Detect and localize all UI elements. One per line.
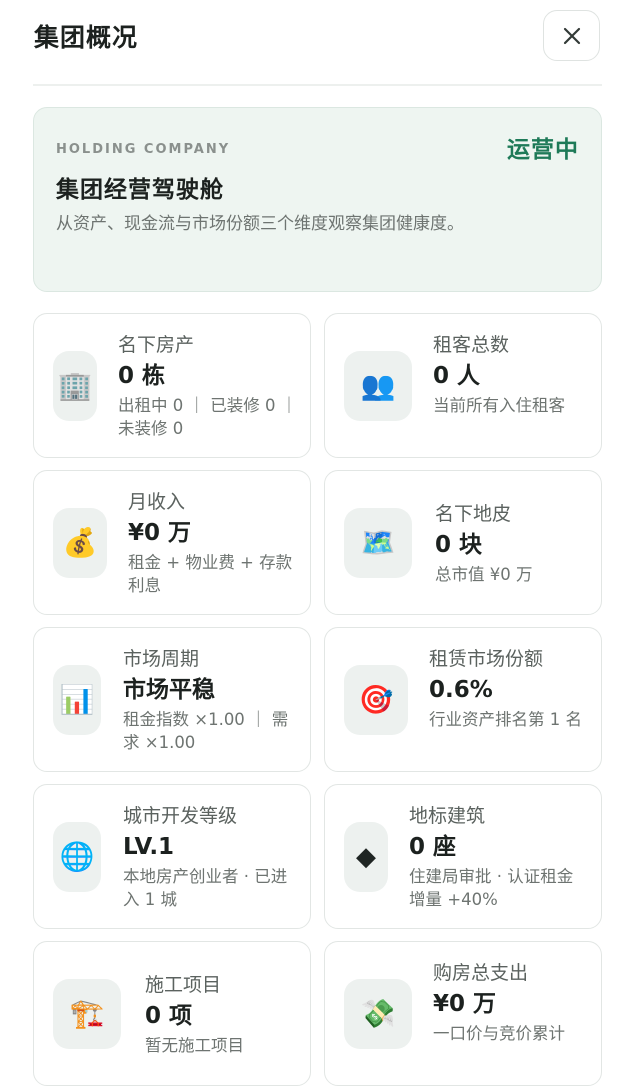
stat-card-land: 🗺️ 名下地皮 0 块 总市值 ¥0 万 [324, 470, 602, 615]
stat-card-monthly-income: 💰 月收入 ¥0 万 租金 + 物业费 + 存款利息 [33, 470, 311, 615]
card-label: 地标建筑 [409, 805, 486, 827]
card-label: 名下房产 [118, 334, 195, 356]
card-subtext: 暂无施工项目 [145, 1036, 244, 1055]
card-value: 0 项 [145, 1003, 193, 1029]
card-label: 租赁市场份额 [429, 648, 544, 670]
hero-kicker: HOLDING COMPANY [56, 142, 231, 157]
hero-card: HOLDING COMPANY 运营中 集团经营驾驶舱 从资产、现金流与市场份额… [33, 107, 602, 292]
construction-crane-icon: 🏗️ [53, 979, 121, 1049]
money-wings-icon: 💸 [344, 979, 412, 1049]
card-value: 0 人 [433, 363, 481, 389]
card-subtext: 租金 + 物业费 + 存款利息 [128, 553, 293, 595]
card-subtext: 当前所有入住租客 [433, 396, 565, 415]
panel-header: 集团概况 [0, 0, 634, 86]
card-value: 0 块 [435, 532, 483, 558]
stat-card-construction: 🏗️ 施工项目 0 项 暂无施工项目 [33, 941, 311, 1086]
card-subtext: 租金指数 ×1.00 ｜ 需求 ×1.00 [123, 710, 289, 752]
close-button[interactable] [543, 10, 600, 61]
card-label: 市场周期 [123, 648, 200, 670]
world-map-icon: 🗺️ [344, 508, 412, 578]
card-value: ¥0 万 [128, 520, 192, 546]
money-bag-icon: 💰 [53, 508, 107, 578]
close-icon [563, 27, 581, 45]
stat-card-city-level: 🌐 城市开发等级 LV.1 本地房产创业者 · 已进入 1 城 [33, 784, 311, 929]
globe-icon: 🌐 [53, 822, 101, 892]
card-subtext: 一口价与竞价累计 [433, 1024, 565, 1043]
card-value: 0 栋 [118, 363, 166, 389]
hero-description: 从资产、现金流与市场份额三个维度观察集团健康度。 [56, 214, 464, 234]
card-value: 市场平稳 [123, 677, 215, 703]
card-label: 施工项目 [145, 974, 222, 996]
card-value: 0 座 [409, 834, 457, 860]
card-subtext: 本地房产创业者 · 已进入 1 城 [123, 867, 288, 909]
stat-card-purchase-spending: 💸 购房总支出 ¥0 万 一口价与竞价累计 [324, 941, 602, 1086]
card-subtext: 住建局审批 · 认证租金增量 +40% [409, 867, 574, 909]
header-divider [33, 84, 602, 86]
target-icon: 🎯 [344, 665, 408, 735]
card-label: 租客总数 [433, 334, 510, 356]
card-value: 0.6% [429, 677, 493, 703]
card-label: 购房总支出 [433, 962, 529, 984]
card-label: 城市开发等级 [123, 805, 238, 827]
card-value: ¥0 万 [433, 991, 497, 1017]
status-badge: 运营中 [507, 137, 579, 163]
people-icon: 👥 [344, 351, 412, 421]
diamond-icon: ◆ [344, 822, 388, 892]
card-label: 月收入 [128, 491, 186, 513]
stat-card-market-cycle: 📊 市场周期 市场平稳 租金指数 ×1.00 ｜ 需求 ×1.00 [33, 627, 311, 772]
stat-card-properties: 🏢 名下房产 0 栋 出租中 0 ｜ 已装修 0 ｜ 未装修 0 [33, 313, 311, 458]
stat-card-tenants: 👥 租客总数 0 人 当前所有入住租客 [324, 313, 602, 458]
card-subtext: 总市值 ¥0 万 [435, 565, 533, 584]
card-subtext: 行业资产排名第 1 名 [429, 710, 582, 729]
page-title: 集团概况 [34, 23, 139, 52]
bar-chart-icon: 📊 [53, 665, 101, 735]
stat-card-landmarks: ◆ 地标建筑 0 座 住建局审批 · 认证租金增量 +40% [324, 784, 602, 929]
card-value: LV.1 [123, 834, 175, 860]
card-label: 名下地皮 [435, 503, 512, 525]
card-subtext: 出租中 0 ｜ 已装修 0 ｜ 未装修 0 [118, 396, 298, 438]
hero-title: 集团经营驾驶舱 [56, 177, 224, 203]
office-building-icon: 🏢 [53, 351, 97, 421]
stat-card-market-share: 🎯 租赁市场份额 0.6% 行业资产排名第 1 名 [324, 627, 602, 772]
